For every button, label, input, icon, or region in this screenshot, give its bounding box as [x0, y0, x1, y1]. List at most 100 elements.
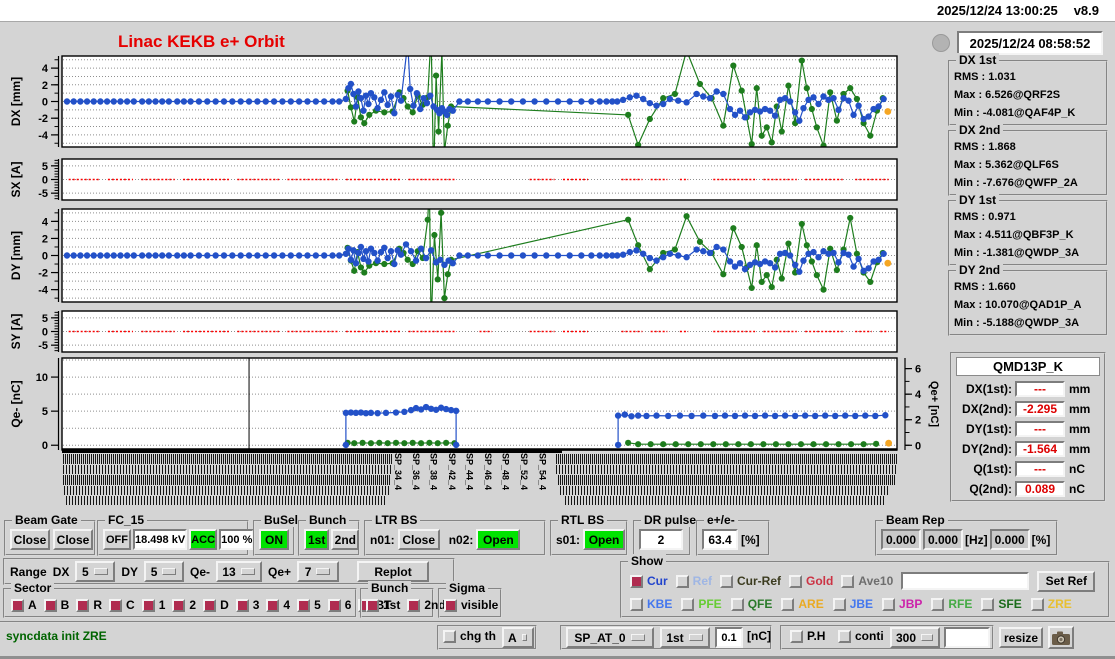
bpm-readout-label: Q(2nd):: [969, 482, 1012, 496]
set-ref-button[interactable]: Set Ref: [1037, 570, 1096, 592]
rtl-s01-open-button[interactable]: Open: [583, 529, 626, 550]
show-checkbox-KBE[interactable]: [630, 597, 643, 611]
toolbar-bunch-dropdown[interactable]: 1st: [660, 627, 710, 648]
sector-label: C: [126, 598, 135, 612]
bpm-readout-unit: mm: [1069, 382, 1091, 396]
beam-rep-value-3: 0.000: [989, 529, 1030, 550]
busel-on-button[interactable]: ON: [259, 529, 289, 550]
show-checkbox-Ave10[interactable]: [841, 574, 855, 588]
sp-value: SP_AT_0: [574, 630, 626, 645]
ltr-n02-open-button[interactable]: Open: [476, 529, 521, 550]
svg-text:2: 2: [42, 80, 48, 92]
ph-checkbox[interactable]: [790, 630, 803, 643]
range-dx-value: 5: [82, 564, 89, 579]
plot-dy: 4 2 0 -2 -4 DY [mm]: [9, 208, 898, 303]
show-checkbox-JBE[interactable]: [832, 597, 846, 611]
sigma-label: visible: [461, 598, 499, 612]
show-checkbox-Cur[interactable]: [630, 574, 643, 588]
status-message: syncdata init ZRE: [6, 629, 107, 643]
fc15-off-button[interactable]: OFF: [103, 529, 131, 550]
bunch-1st-button[interactable]: 1st: [304, 529, 330, 550]
points-dropdown[interactable]: 300: [890, 627, 940, 648]
show-label: JBP: [899, 597, 923, 611]
sigma-label: Sigma: [446, 581, 489, 595]
svg-text:-5: -5: [38, 340, 48, 352]
sector-checkbox-D[interactable]: [203, 598, 217, 612]
range-dy-dropdown[interactable]: 5: [144, 561, 185, 582]
stat-row: Max : 5.362@QLF6S: [954, 159, 1059, 171]
ltr-bs-group: LTR BS n01: Close n02: Open: [364, 513, 546, 556]
show-checkbox-Ref[interactable]: [675, 574, 689, 588]
show-checkbox-SFE[interactable]: [981, 597, 995, 611]
sector-label: 4: [283, 598, 291, 612]
ltr-n01-close-button[interactable]: Close: [397, 529, 440, 550]
show-checkbox-ARE[interactable]: [781, 597, 795, 611]
bpm-name-label: SP_48_4: [500, 453, 511, 491]
bpm-name-field[interactable]: QMD13P_K: [956, 357, 1100, 376]
sector-checkbox-6[interactable]: [327, 598, 341, 612]
bunch-select-checkbox-1st[interactable]: [366, 598, 379, 612]
svg-text:0: 0: [42, 97, 48, 109]
e-ratio-field[interactable]: 63.4: [702, 529, 738, 550]
screenshot-button[interactable]: [1048, 626, 1074, 649]
fc15-group: FC_15 OFF 18.498 kV ACC 100 %: [97, 513, 255, 556]
show-checkbox-CurRef[interactable]: [720, 574, 734, 588]
beam-gate-close-button-1[interactable]: Close: [10, 529, 50, 550]
show-item-RFE: RFE: [931, 597, 972, 611]
threshold-field[interactable]: 0.1: [715, 627, 743, 648]
range-qem-dropdown[interactable]: 13: [216, 561, 263, 582]
range-qep-dropdown[interactable]: 7: [297, 561, 340, 582]
sector-label: Sector: [11, 581, 55, 595]
show-checkbox-RFE[interactable]: [931, 597, 945, 611]
set-ref-input[interactable]: [901, 572, 1030, 590]
bpm-readout-label: DX(1st):: [965, 382, 1012, 396]
show-checkbox-PFE[interactable]: [681, 597, 695, 611]
sector-checkbox-C[interactable]: [109, 598, 123, 612]
show-checkbox-JBP[interactable]: [882, 597, 896, 611]
beam-rep-hz-unit: [Hz]: [965, 533, 988, 547]
bpm-readout-row: DX(2nd): -2.295 mm: [954, 399, 1102, 419]
toolbar-input[interactable]: [944, 627, 990, 648]
ltr-n02-label: n02:: [448, 533, 474, 547]
sector-checkbox-1[interactable]: [141, 598, 155, 612]
bunch-select-checkbox-2nd[interactable]: [407, 598, 421, 612]
sector-item-6: 6: [327, 598, 351, 612]
beam-gate-close-button-2[interactable]: Close: [53, 529, 93, 550]
mode-dropdown[interactable]: A: [502, 627, 534, 648]
svg-text:4: 4: [42, 216, 49, 228]
svg-text:-4: -4: [38, 285, 49, 297]
sp-dropdown[interactable]: SP_AT_0: [566, 627, 654, 648]
show-checkbox-ZRE[interactable]: [1030, 597, 1044, 611]
sector-checkbox-2[interactable]: [172, 598, 186, 612]
beam-rep-value-1: 0.000: [881, 529, 921, 550]
sector-checkbox-R[interactable]: [76, 598, 90, 612]
stat-row: Min : -7.676@QWFP_2A: [954, 177, 1078, 189]
resize-button[interactable]: resize: [999, 627, 1043, 648]
sector-checkbox-3[interactable]: [235, 598, 249, 612]
replot-button[interactable]: Replot: [357, 561, 430, 582]
show-label: QFE: [747, 597, 773, 611]
range-dx-dropdown[interactable]: 5: [75, 561, 116, 582]
fc15-kv-field[interactable]: 18.498 kV: [133, 529, 188, 550]
show-checkbox-QFE[interactable]: [730, 597, 744, 611]
show-checkbox-Gold[interactable]: [789, 574, 803, 588]
show-group: Show Cur Ref Cur-Ref Gold Ave10 Set Ref KBE PF…: [620, 554, 1110, 618]
bpm-readout-value: ---: [1015, 461, 1065, 477]
bunch-2nd-button[interactable]: 2nd: [331, 529, 360, 550]
chg-th-checkbox[interactable]: [443, 630, 456, 643]
fc15-acc-button[interactable]: ACC: [189, 529, 218, 550]
svg-text:DX [mm]: DX [mm]: [9, 77, 23, 126]
mode-value: A: [508, 630, 517, 645]
sector-checkbox-A[interactable]: [11, 598, 24, 612]
show-row-2: KBE PFE QFE ARE JBE JBP RFE SFE ZRE: [630, 595, 1072, 613]
dr-pulse-field[interactable]: 2: [639, 529, 683, 550]
busel-group: BuSel ON: [253, 513, 302, 556]
show-label: RFE: [948, 597, 973, 611]
ltr-n01-label: n01:: [370, 533, 395, 547]
sector-checkbox-5[interactable]: [297, 598, 311, 612]
fc15-percent-field[interactable]: 100 %: [219, 529, 255, 550]
conti-checkbox[interactable]: [838, 630, 851, 643]
sector-checkbox-B[interactable]: [43, 598, 57, 612]
sector-checkbox-4[interactable]: [266, 598, 280, 612]
sigma-checkbox-visible[interactable]: [444, 598, 457, 612]
